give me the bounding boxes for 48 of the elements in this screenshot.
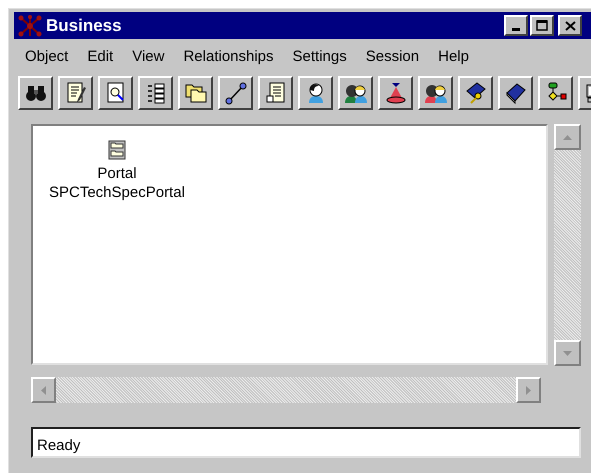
toolbar-button[interactable]	[498, 76, 533, 110]
close-icon	[564, 20, 576, 30]
book-key-icon	[464, 81, 488, 105]
lamp-icon	[384, 81, 408, 105]
toolbar-button[interactable]	[298, 76, 333, 110]
right-arrow-icon	[526, 386, 531, 394]
object-name-label: SPCTechSpecPortal	[49, 183, 185, 202]
document-icon	[264, 81, 288, 105]
down-arrow-icon	[563, 350, 572, 356]
menu-item[interactable]: Relationships	[183, 46, 274, 68]
close-button[interactable]	[558, 15, 582, 36]
toolbar-button[interactable]	[18, 76, 53, 110]
toolbar-button[interactable]	[218, 76, 253, 110]
scroll-up-button[interactable]	[554, 124, 581, 150]
window-title: Business	[46, 14, 122, 37]
object-type-label: Portal	[97, 164, 137, 183]
toolbar-button[interactable]	[58, 76, 93, 110]
up-arrow-icon	[563, 134, 572, 140]
toolbar-button[interactable]	[178, 76, 213, 110]
minimize-button[interactable]	[504, 15, 528, 36]
toolbar-button[interactable]	[138, 76, 173, 110]
status-bar: Ready	[31, 427, 581, 458]
menu-item[interactable]: Settings	[292, 46, 347, 68]
menu-item[interactable]: Help	[438, 46, 469, 68]
toolbar-button[interactable]	[338, 76, 373, 110]
left-arrow-icon	[41, 386, 46, 394]
maximize-button[interactable]	[530, 15, 554, 36]
scroll-left-button[interactable]	[31, 377, 56, 403]
folder-drawer-icon[interactable]	[108, 140, 126, 160]
horizontal-scrollbar[interactable]	[31, 377, 541, 403]
menu-item[interactable]: View	[132, 46, 164, 68]
vertical-scrollbar[interactable]	[554, 124, 581, 366]
toolbar-button[interactable]	[98, 76, 133, 110]
menu-item[interactable]: Edit	[87, 46, 114, 68]
toolbar-button[interactable]	[458, 76, 493, 110]
maximize-icon	[536, 20, 548, 31]
scroll-down-button[interactable]	[554, 340, 581, 366]
menu-item[interactable]: Session	[366, 46, 420, 68]
connector-icon	[224, 81, 248, 105]
toolbar-button[interactable]	[378, 76, 413, 110]
toolbar-button[interactable]	[418, 76, 453, 110]
scroll-right-button[interactable]	[516, 377, 541, 403]
toolbar-button[interactable]	[258, 76, 293, 110]
toolbar-button[interactable]	[538, 76, 573, 110]
menu-item[interactable]: Object	[25, 46, 68, 68]
minimize-icon	[512, 28, 520, 31]
molecule-icon	[18, 14, 42, 36]
book-icon	[504, 81, 528, 105]
